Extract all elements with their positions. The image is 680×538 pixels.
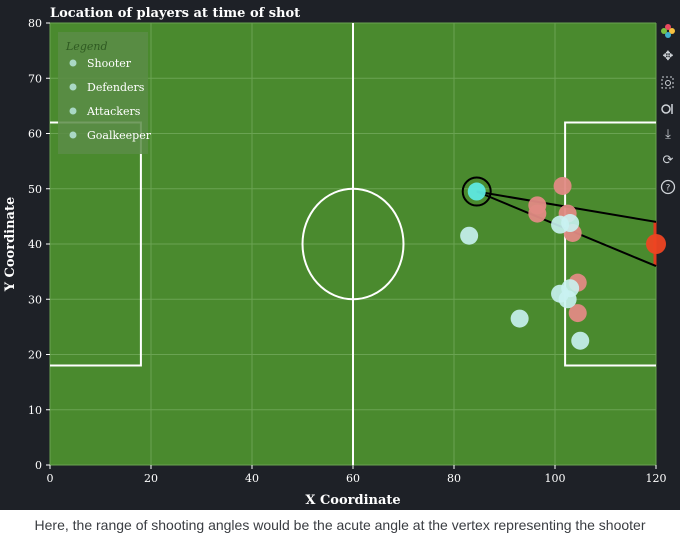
legend-swatch xyxy=(69,83,77,91)
y-tick-label: 0 xyxy=(35,459,42,472)
attacker-marker xyxy=(561,214,580,233)
x-tick-label: 40 xyxy=(245,472,259,485)
goalkeeper-marker xyxy=(646,234,666,254)
defender-marker xyxy=(553,176,572,195)
x-tick-label: 60 xyxy=(346,472,360,485)
x-axis-label: X Coordinate xyxy=(305,493,400,508)
y-tick-label: 70 xyxy=(28,72,42,85)
y-tick-label: 30 xyxy=(28,293,42,306)
legend-label: Defenders xyxy=(87,81,145,94)
legend-swatch xyxy=(69,107,77,115)
chart-title: Location of players at time of shot xyxy=(50,6,300,21)
figure: Location of players at time of shot Lege… xyxy=(0,0,680,510)
figure-caption: Here, the range of shooting angles would… xyxy=(34,517,646,533)
x-tick-label: 20 xyxy=(144,472,158,485)
legend-label: Shooter xyxy=(87,57,132,70)
defender-marker xyxy=(528,204,547,223)
bokeh-logo-icon[interactable] xyxy=(659,22,677,40)
legend-label: Attackers xyxy=(86,105,141,118)
y-axis-ticks: 0 10 20 30 40 50 60 70 80 xyxy=(28,17,50,472)
svg-text:?: ? xyxy=(666,184,671,194)
y-tick-label: 20 xyxy=(28,349,42,362)
wheel-zoom-icon[interactable] xyxy=(659,100,677,118)
y-tick-label: 10 xyxy=(28,404,42,417)
x-tick-label: 0 xyxy=(47,472,54,485)
plot-toolbar: ✥ ⤓ ⟳ ? xyxy=(656,22,680,202)
y-tick-label: 40 xyxy=(28,238,42,251)
pitch-plot[interactable]: Location of players at time of shot Lege… xyxy=(0,0,680,510)
pan-icon[interactable]: ✥ xyxy=(659,48,677,66)
attacker-marker xyxy=(460,226,479,245)
x-tick-label: 80 xyxy=(447,472,461,485)
x-axis-ticks: 0 20 40 60 80 100 120 xyxy=(47,465,667,485)
legend: Legend Shooter Defenders Attackers Goalkeepe… xyxy=(58,32,152,154)
legend-title: Legend xyxy=(65,40,108,53)
y-tick-label: 80 xyxy=(28,17,42,30)
y-tick-label: 50 xyxy=(28,183,42,196)
help-icon[interactable]: ? xyxy=(659,178,677,196)
legend-swatch xyxy=(69,131,77,139)
x-tick-label: 120 xyxy=(646,472,667,485)
attacker-marker xyxy=(510,309,529,328)
attacker-marker xyxy=(571,331,590,350)
reset-icon[interactable]: ⟳ xyxy=(659,152,677,170)
y-tick-label: 60 xyxy=(28,128,42,141)
y-axis-label: Y Coordinate xyxy=(3,197,18,293)
x-tick-label: 100 xyxy=(545,472,566,485)
shooter-marker xyxy=(467,182,486,201)
box-zoom-icon[interactable] xyxy=(659,74,677,92)
save-icon[interactable]: ⤓ xyxy=(659,126,677,144)
attacker-marker xyxy=(561,279,580,298)
legend-label: Goalkeeper xyxy=(87,129,152,142)
legend-swatch xyxy=(69,59,77,67)
